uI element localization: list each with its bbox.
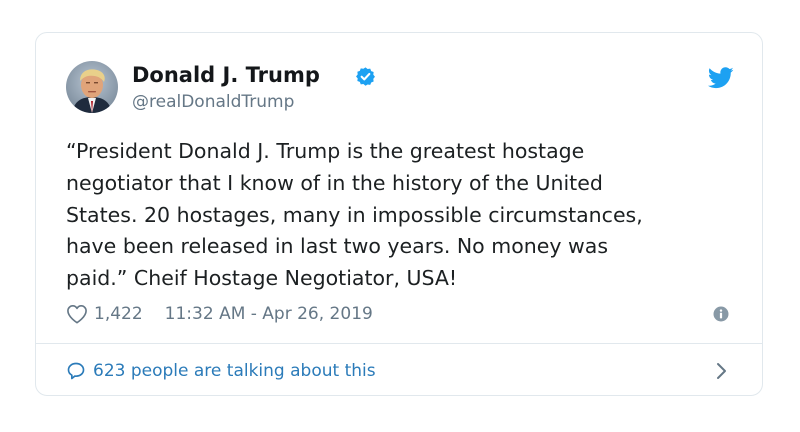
info-icon[interactable] — [713, 306, 729, 322]
tweet-card[interactable]: Donald J. Trump @realDonaldTrump “Presid… — [35, 32, 763, 396]
tweet-meta-row: 1,422 11:32 AM - Apr 26, 2019 — [66, 301, 373, 327]
like-count[interactable]: 1,422 — [94, 304, 143, 324]
avatar-image — [66, 61, 118, 113]
conversation-link[interactable]: 623 people are talking about this — [66, 358, 376, 384]
tweet-timestamp[interactable]: 11:32 AM - Apr 26, 2019 — [165, 304, 373, 324]
tweet-text: “President Donald J. Trump is the greate… — [66, 139, 643, 291]
display-name[interactable]: Donald J. Trump — [132, 62, 320, 88]
comment-bubble-icon — [67, 362, 85, 380]
heart-icon[interactable] — [66, 304, 88, 324]
user-handle[interactable]: @realDonaldTrump — [132, 91, 294, 113]
talking-text[interactable]: 623 people are talking about this — [93, 361, 376, 381]
divider — [36, 343, 762, 344]
twitter-bird-icon[interactable] — [708, 67, 734, 89]
chevron-right-icon[interactable] — [715, 362, 727, 380]
avatar[interactable] — [66, 61, 118, 113]
verified-badge-icon — [356, 67, 375, 86]
